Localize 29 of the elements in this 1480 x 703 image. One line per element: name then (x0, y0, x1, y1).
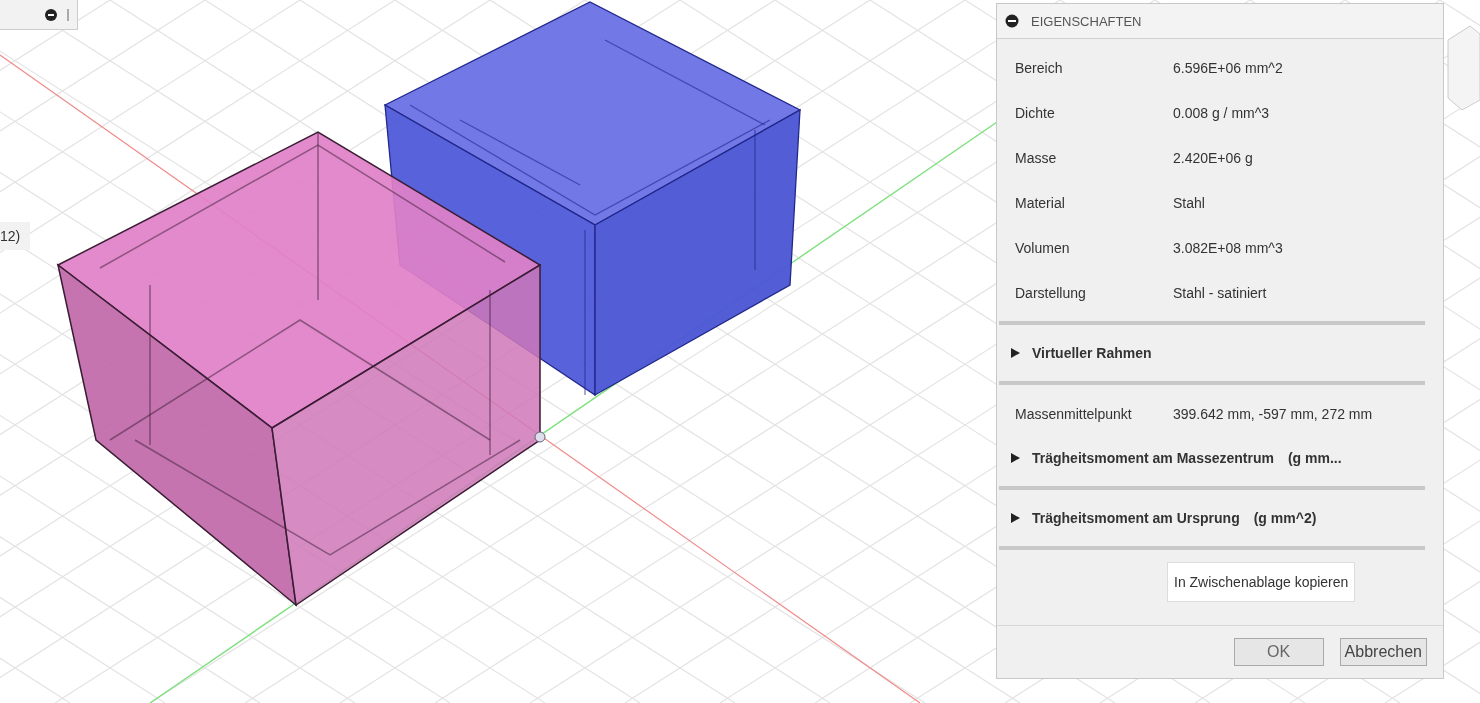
property-value: 399.642 mm, -597 mm, 272 mm (1173, 405, 1373, 422)
section-header[interactable]: Trägheitsmoment am Ursprung (g mm^2) (1011, 496, 1423, 540)
section-header[interactable]: Virtueller Rahmen (1011, 331, 1423, 375)
property-value: Stahl - satiniert (1173, 284, 1267, 301)
property-value: 0.008 g / mm^3 (1173, 104, 1270, 121)
expand-triangle-icon (1011, 453, 1020, 463)
side-label: 12) (0, 222, 31, 250)
property-label: Darstellung (1015, 284, 1087, 301)
property-value: 2.420E+06 g (1173, 149, 1253, 166)
origin-point (534, 431, 546, 443)
collapse-icon[interactable] (1005, 14, 1019, 28)
panel-divider-handle[interactable] (67, 8, 69, 21)
property-value: 6.596E+06 mm^2 (1173, 59, 1283, 76)
property-label: Masse (1015, 149, 1058, 166)
copy-to-clipboard-button[interactable]: In Zwischenablage kopieren (1167, 562, 1356, 602)
collapse-icon[interactable] (45, 8, 57, 21)
property-value: 3.082E+08 mm^3 (1173, 239, 1283, 256)
section-header[interactable]: Trägheitsmoment am Massezentrum (g mm... (1011, 436, 1423, 480)
panel-title: EIGENSCHAFTEN (1031, 13, 1142, 29)
property-label: Volumen (1015, 239, 1071, 256)
property-label: Bereich (1015, 59, 1064, 76)
property-label: Dichte (1015, 104, 1056, 121)
property-label: Massenmittelpunkt (1015, 405, 1133, 422)
ok-button[interactable]: OK (1233, 638, 1324, 666)
expand-triangle-icon (1011, 348, 1020, 358)
cancel-button[interactable]: Abbrechen (1339, 638, 1427, 666)
property-label: Material (1015, 194, 1066, 211)
expand-triangle-icon (1011, 513, 1020, 523)
property-value: Stahl (1173, 194, 1205, 211)
